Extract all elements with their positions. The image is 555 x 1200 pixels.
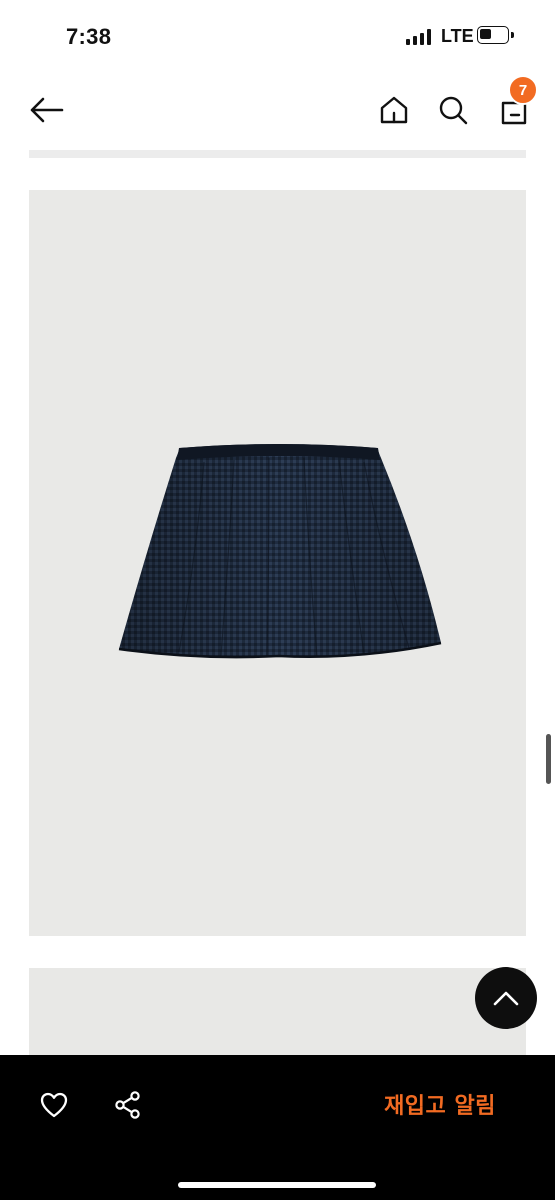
- home-icon: [380, 96, 408, 124]
- home-indicator: [178, 1182, 376, 1188]
- arrow-left-icon: [30, 97, 64, 123]
- network-label: LTE: [441, 26, 474, 46]
- battery-icon: [477, 26, 509, 44]
- signal-icon: [406, 29, 432, 45]
- scroll-indicator[interactable]: [546, 734, 551, 784]
- bottom-action-bar: 재입고 알림: [0, 1055, 555, 1200]
- share-icon: [115, 1091, 140, 1119]
- battery-tip: [511, 32, 514, 38]
- divider: [29, 150, 526, 158]
- wishlist-button[interactable]: [36, 1087, 72, 1123]
- status-bar: 7:38 LTE: [0, 0, 555, 72]
- product-image[interactable]: [29, 190, 526, 936]
- scroll-top-button[interactable]: [475, 967, 537, 1029]
- skirt-image: [118, 444, 442, 659]
- restock-alert-button[interactable]: 재입고 알림: [360, 1081, 520, 1127]
- chevron-up-icon: [493, 991, 519, 1006]
- heart-icon: [40, 1092, 68, 1118]
- search-button[interactable]: [433, 90, 473, 130]
- home-button[interactable]: [374, 90, 414, 130]
- status-time: 7:38: [66, 24, 112, 49]
- nav-bar: [0, 72, 555, 148]
- back-button[interactable]: [24, 90, 68, 130]
- share-button[interactable]: [110, 1087, 146, 1123]
- product-image-secondary[interactable]: [29, 968, 526, 1068]
- cart-count-badge: 7: [508, 75, 538, 105]
- search-icon: [439, 96, 468, 125]
